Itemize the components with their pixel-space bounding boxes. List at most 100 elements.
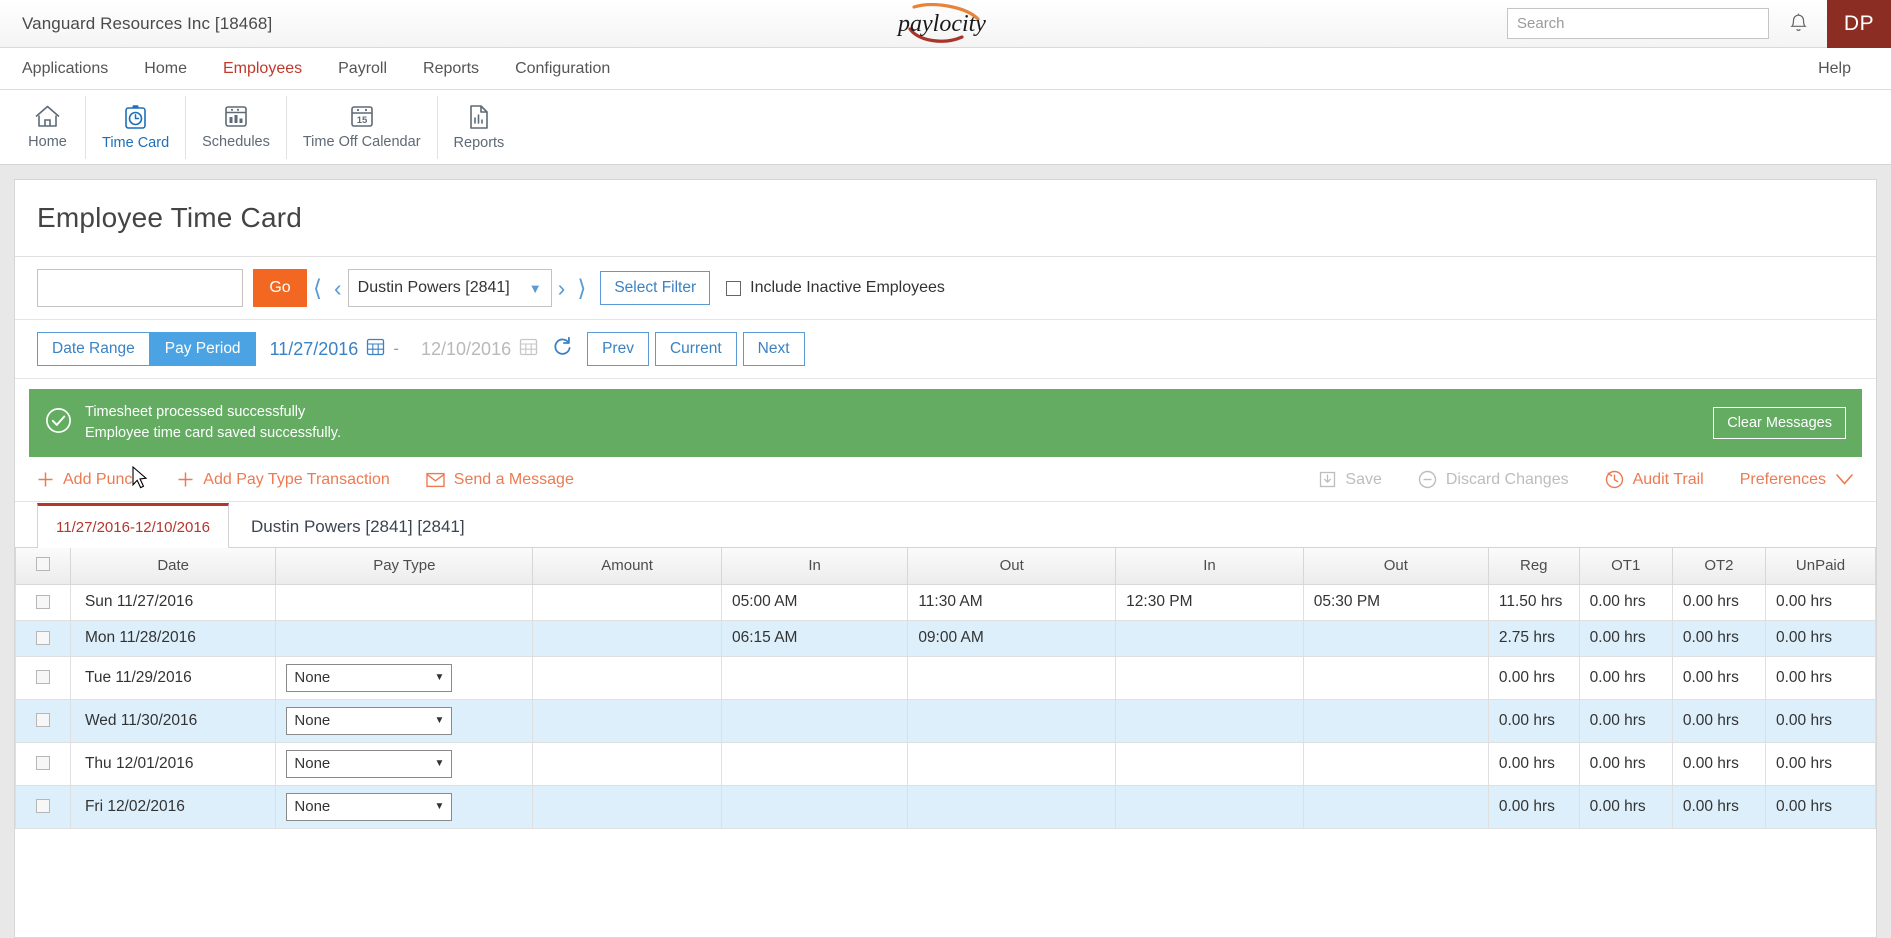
header-reg[interactable]: Reg [1487,548,1580,585]
cell-ot2[interactable]: 0.00 hrs [1671,619,1767,657]
row-checkbox[interactable] [35,756,50,771]
header-pay-type[interactable]: Pay Type [275,548,534,585]
cell-unpaid[interactable]: 0.00 hrs [1765,741,1876,786]
cell-reg[interactable]: 2.75 hrs [1487,619,1580,657]
preferences-button[interactable]: Preferences [1740,471,1854,489]
refresh-icon[interactable] [552,336,573,362]
toolbar-item-time-off-calendar[interactable]: 15 Time Off Calendar [287,95,438,159]
table-row[interactable]: Tue 11/29/2016 None ▼ 0.00 hrs 0.00 hrs 0.00 … [15,655,1876,700]
cell-pay-type[interactable] [275,619,534,657]
table-row[interactable]: Mon 11/28/2016 06:15 AM 09:00 AM 2.75 hrs 0.… [15,619,1876,657]
add-punch-button[interactable]: Add Punch [37,471,141,489]
toolbar-item-time-card[interactable]: Time Card [86,95,187,159]
cell-unpaid[interactable]: 0.00 hrs [1765,655,1876,700]
table-row[interactable]: Wed 11/30/2016 None ▼ 0.00 hrs 0.00 hrs 0.00 … [15,698,1876,743]
cell-pay-type[interactable]: None ▼ [275,784,534,829]
cell-ot1[interactable]: 0.00 hrs [1578,583,1673,621]
cell-ot2[interactable]: 0.00 hrs [1671,784,1767,829]
nav-item-help[interactable]: Help [1818,60,1851,78]
cell-in-1[interactable] [720,741,909,786]
discard-changes-button[interactable]: Discard Changes [1418,470,1569,489]
tab-pay-period[interactable]: 11/27/2016-12/10/2016 [37,503,230,549]
cell-pay-type[interactable] [275,583,534,621]
cell-pay-type[interactable]: None ▼ [275,655,534,700]
end-date[interactable]: 12/10/2016 [421,339,511,360]
cell-unpaid[interactable]: 0.00 hrs [1765,784,1876,829]
cell-in-1[interactable]: 06:15 AM [720,619,909,657]
nav-item-employees[interactable]: Employees [223,60,302,78]
header-out-2[interactable]: Out [1302,548,1489,585]
cell-out-2[interactable] [1302,698,1489,743]
nav-item-payroll[interactable]: Payroll [338,60,387,78]
cell-amount[interactable] [532,784,722,829]
cell-amount[interactable] [532,619,722,657]
pay-type-select[interactable]: None ▼ [286,792,453,821]
audit-trail-button[interactable]: Audit Trail [1605,470,1704,489]
employee-search-input[interactable] [37,269,243,307]
cell-amount[interactable] [532,655,722,700]
table-row[interactable]: Fri 12/02/2016 None ▼ 0.00 hrs 0.00 hrs 0.00 … [15,784,1876,829]
search-input[interactable] [1507,8,1769,39]
pay-period-toggle[interactable]: Pay Period [149,332,256,366]
cell-pay-type[interactable]: None ▼ [275,698,534,743]
table-row[interactable]: Sun 11/27/2016 05:00 AM 11:30 AM 12:30 PM 05… [15,583,1876,621]
row-select-cell[interactable] [15,655,71,700]
first-page-icon[interactable]: ⟨ [307,276,328,300]
cell-in-2[interactable] [1115,784,1304,829]
cell-ot1[interactable]: 0.00 hrs [1578,698,1673,743]
header-out-1[interactable]: Out [907,548,1117,585]
go-button[interactable]: Go [253,269,307,307]
nav-item-applications[interactable]: Applications [22,60,108,78]
cell-ot1[interactable]: 0.00 hrs [1578,655,1673,700]
cell-out-1[interactable] [907,698,1117,743]
cell-out-2[interactable] [1302,655,1489,700]
row-checkbox[interactable] [35,670,50,685]
table-row[interactable]: Thu 12/01/2016 None ▼ 0.00 hrs 0.00 hrs 0.00 … [15,741,1876,786]
add-pay-type-transaction-button[interactable]: Add Pay Type Transaction [177,471,390,489]
row-checkbox[interactable] [35,630,50,645]
avatar[interactable]: DP [1827,0,1891,48]
row-checkbox[interactable] [35,799,50,814]
row-checkbox[interactable] [35,594,50,609]
cell-amount[interactable] [532,741,722,786]
header-ot2[interactable]: OT2 [1671,548,1767,585]
cell-reg[interactable]: 0.00 hrs [1487,698,1580,743]
include-inactive-checkbox[interactable] [726,280,742,296]
nav-item-configuration[interactable]: Configuration [515,60,610,78]
cell-reg[interactable]: 0.00 hrs [1487,655,1580,700]
pay-type-select[interactable]: None ▼ [286,706,453,735]
cell-in-1[interactable] [720,698,909,743]
cell-ot1[interactable]: 0.00 hrs [1578,784,1673,829]
notification-bell-icon[interactable] [1769,0,1827,48]
start-date[interactable]: 11/27/2016 [270,339,359,360]
next-icon[interactable]: › [552,276,572,300]
employee-select[interactable]: Dustin Powers [2841] ▼ [347,269,552,307]
next-period-button[interactable]: Next [742,332,805,366]
header-unpaid[interactable]: UnPaid [1765,548,1876,585]
cell-out-1[interactable]: 11:30 AM [907,583,1117,621]
cell-out-2[interactable] [1302,784,1489,829]
current-period-button[interactable]: Current [654,332,737,366]
toolbar-item-schedules[interactable]: Schedules [186,95,287,159]
cell-pay-type[interactable]: None ▼ [275,741,534,786]
cell-in-2[interactable] [1115,655,1304,700]
cell-out-1[interactable] [907,784,1117,829]
save-button[interactable]: Save [1319,471,1382,489]
cell-out-2[interactable] [1302,619,1489,657]
cell-in-1[interactable]: 05:00 AM [720,583,909,621]
select-all-checkbox[interactable] [35,556,50,571]
cell-in-2[interactable] [1115,619,1304,657]
calendar-icon-end[interactable] [519,337,538,361]
header-in-2[interactable]: In [1115,548,1304,585]
cell-unpaid[interactable]: 0.00 hrs [1765,583,1876,621]
cell-ot2[interactable]: 0.00 hrs [1671,583,1767,621]
cell-unpaid[interactable]: 0.00 hrs [1765,619,1876,657]
date-range-toggle[interactable]: Date Range [37,332,150,366]
cell-ot2[interactable]: 0.00 hrs [1671,655,1767,700]
cell-ot2[interactable]: 0.00 hrs [1671,741,1767,786]
cell-out-1[interactable] [907,655,1117,700]
cell-ot1[interactable]: 0.00 hrs [1578,619,1673,657]
cell-reg[interactable]: 0.00 hrs [1487,741,1580,786]
cell-out-2[interactable] [1302,741,1489,786]
cell-reg[interactable]: 11.50 hrs [1487,583,1580,621]
